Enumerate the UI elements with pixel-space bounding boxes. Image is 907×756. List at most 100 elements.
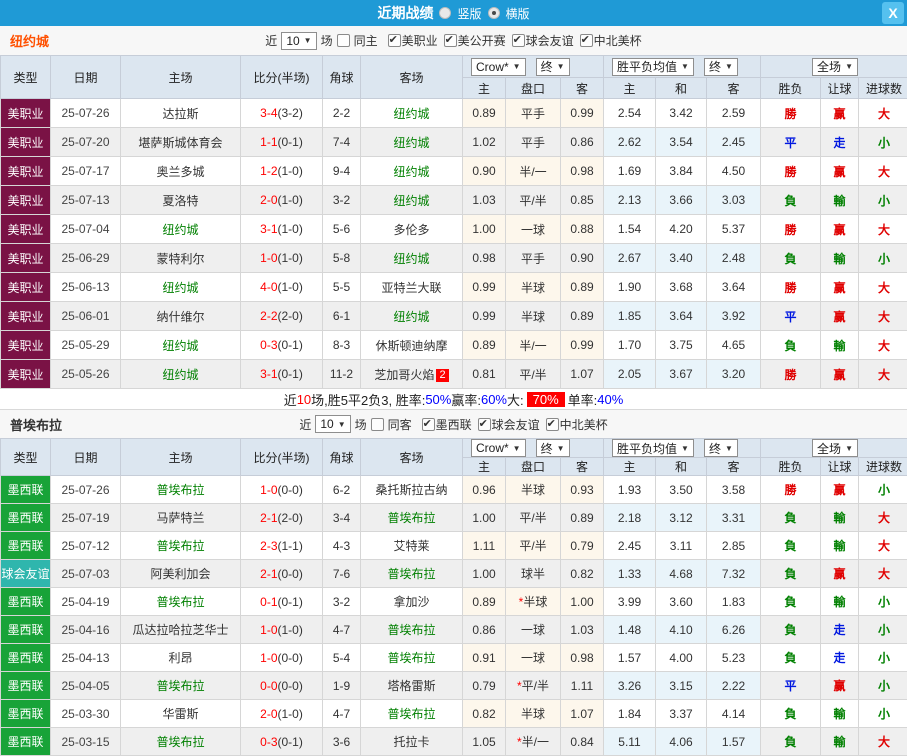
away-odds-cell: 0.89 xyxy=(561,302,604,331)
handicap-cell: 平/半 xyxy=(506,504,561,532)
corner-cell: 8-3 xyxy=(323,331,361,360)
mean-time-select[interactable]: 终▼ xyxy=(704,58,738,76)
league-checkbox[interactable] xyxy=(388,34,401,47)
mean-home-cell: 1.48 xyxy=(604,616,656,644)
handicap-cell: 一球 xyxy=(506,215,561,244)
col-header-score: 比分(半场) xyxy=(241,439,323,476)
match-row: 美职业25-07-17奥兰多城1-2(1-0)9-4纽约城0.90半/一0.98… xyxy=(1,157,907,186)
league-checkbox[interactable] xyxy=(580,34,593,47)
result-goals-cell: 小 xyxy=(859,588,907,616)
chevron-down-icon: ▼ xyxy=(845,444,853,453)
match-count-select[interactable]: 10▼ xyxy=(315,415,350,433)
league-checkbox[interactable] xyxy=(478,418,491,431)
scope-select[interactable]: 全场▼ xyxy=(812,439,858,457)
match-row: 墨西联25-04-13利昂1-0(0-0)5-4普埃布拉0.91一球0.981.… xyxy=(1,644,907,672)
corner-cell: 5-8 xyxy=(323,244,361,273)
away-team-cell: 普埃布拉 xyxy=(361,616,463,644)
handicap-cell: 半球 xyxy=(506,700,561,728)
result-wdl-cell: 負 xyxy=(761,616,821,644)
handicap-name: 半/一 xyxy=(519,339,546,353)
match-row: 墨西联25-03-15普埃布拉0-3(0-1)3-6托拉卡1.05*半/一0.8… xyxy=(1,728,907,756)
same-venue-checkbox[interactable] xyxy=(371,418,384,431)
fulltime-score: 2-2 xyxy=(260,309,277,323)
league-label: 中北美杯 xyxy=(560,416,608,433)
score-cell: 0-3(0-1) xyxy=(241,331,323,360)
horizontal-layout-radio[interactable] xyxy=(488,7,500,19)
chevron-down-icon: ▼ xyxy=(681,444,689,453)
mean-draw-cell: 3.84 xyxy=(656,157,707,186)
sub-header-goals: 进球数 xyxy=(859,78,907,99)
home-team-cell: 夏洛特 xyxy=(121,186,241,215)
mean-away-cell: 3.03 xyxy=(707,186,761,215)
odds-time-select[interactable]: 终▼ xyxy=(536,58,570,76)
sub-header-handicap: 盘口 xyxy=(506,458,561,476)
league-label: 中北美杯 xyxy=(594,32,642,49)
result-wdl-cell: 平 xyxy=(761,128,821,157)
mean-draw-cell: 4.00 xyxy=(656,644,707,672)
score-cell: 1-2(1-0) xyxy=(241,157,323,186)
score-cell: 0-1(0-1) xyxy=(241,588,323,616)
handicap-name: 一球 xyxy=(521,623,545,637)
bookmaker-select[interactable]: Crow*▼ xyxy=(471,439,526,457)
team-filter-bar: 普埃布拉 近 10▼ 场 同客 墨西联球会友谊中北美杯 xyxy=(0,409,907,438)
league-cell: 墨西联 xyxy=(1,728,51,756)
result-goals-cell: 大 xyxy=(859,360,907,389)
same-venue-checkbox[interactable] xyxy=(337,34,350,47)
result-wdl-cell: 勝 xyxy=(761,476,821,504)
away-team-cell: 亚特兰大联 xyxy=(361,273,463,302)
away-odds-cell: 0.82 xyxy=(561,560,604,588)
vertical-layout-radio[interactable] xyxy=(439,7,451,19)
home-odds-cell: 0.81 xyxy=(463,360,506,389)
handicap-cell: 半/一 xyxy=(506,157,561,186)
col-header-away: 客场 xyxy=(361,56,463,99)
close-icon[interactable]: X xyxy=(882,2,904,24)
result-handicap-cell: 走 xyxy=(821,644,859,672)
away-odds-cell: 0.89 xyxy=(561,504,604,532)
col-header-away: 客场 xyxy=(361,439,463,476)
league-checkbox[interactable] xyxy=(512,34,525,47)
col-header-type: 类型 xyxy=(1,439,51,476)
result-handicap-cell: 赢 xyxy=(821,360,859,389)
home-team-cell: 普埃布拉 xyxy=(121,532,241,560)
result-goals-cell: 小 xyxy=(859,644,907,672)
result-group-header: 全场▼ xyxy=(761,439,907,458)
league-cell: 美职业 xyxy=(1,99,51,128)
mean-home-cell: 2.62 xyxy=(604,128,656,157)
mean-type-select[interactable]: 胜平负均值▼ xyxy=(612,58,694,76)
date-cell: 25-05-29 xyxy=(51,331,121,360)
scope-select[interactable]: 全场▼ xyxy=(812,58,858,76)
sub-header-odds-away: 客 xyxy=(561,458,604,476)
halftime-score: (0-1) xyxy=(278,595,303,609)
mean-away-cell: 1.83 xyxy=(707,588,761,616)
league-checkbox[interactable] xyxy=(546,418,559,431)
mean-type-select[interactable]: 胜平负均值▼ xyxy=(612,439,694,457)
home-odds-cell: 0.99 xyxy=(463,273,506,302)
bookmaker-select[interactable]: Crow*▼ xyxy=(471,58,526,76)
home-odds-cell: 0.89 xyxy=(463,99,506,128)
sub-header-cover: 让球 xyxy=(821,458,859,476)
col-header-corner: 角球 xyxy=(323,56,361,99)
league-checkbox[interactable] xyxy=(444,34,457,47)
fulltime-score: 0-3 xyxy=(260,338,277,352)
fulltime-score: 1-0 xyxy=(260,483,277,497)
league-checkbox[interactable] xyxy=(422,418,435,431)
odds-time-select[interactable]: 终▼ xyxy=(536,439,570,457)
col-header-date: 日期 xyxy=(51,56,121,99)
corner-cell: 3-2 xyxy=(323,186,361,215)
fulltime-score: 2-1 xyxy=(260,567,277,581)
mean-home-cell: 5.11 xyxy=(604,728,656,756)
result-goals-cell: 大 xyxy=(859,560,907,588)
mean-home-cell: 2.45 xyxy=(604,532,656,560)
odds-group-header: Crow*▼ 终▼ xyxy=(463,439,604,458)
same-venue-label: 同主 xyxy=(354,32,378,49)
handicap-cell: 平手 xyxy=(506,99,561,128)
match-count-select[interactable]: 10▼ xyxy=(281,32,316,50)
summary-segment: 场,胜5平2负3, 胜率: xyxy=(311,390,425,409)
score-cell: 2-0(1-0) xyxy=(241,700,323,728)
result-handicap-cell: 輸 xyxy=(821,728,859,756)
mean-time-select[interactable]: 终▼ xyxy=(704,439,738,457)
result-wdl-cell: 負 xyxy=(761,504,821,532)
league-cell: 墨西联 xyxy=(1,504,51,532)
result-wdl-cell: 勝 xyxy=(761,157,821,186)
mean-draw-cell: 3.67 xyxy=(656,360,707,389)
